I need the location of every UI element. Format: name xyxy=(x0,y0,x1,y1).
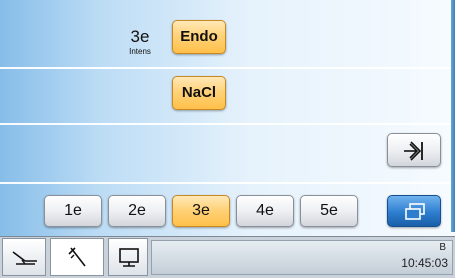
endo-button[interactable]: Endo xyxy=(172,20,226,54)
dental-instrument-icon xyxy=(67,246,89,270)
overlapping-windows-icon xyxy=(403,202,427,222)
nacl-button[interactable]: NaCl xyxy=(172,76,226,110)
program-button-2e[interactable]: 2e xyxy=(108,195,166,227)
program-sublabel: Intens xyxy=(129,47,151,56)
row-divider xyxy=(0,123,455,125)
row-divider xyxy=(0,182,455,184)
status-time: 10:45:03 xyxy=(401,256,448,270)
arrow-into-icon xyxy=(401,139,429,163)
program-button-5e[interactable]: 5e xyxy=(300,195,358,227)
next-button[interactable] xyxy=(387,133,441,167)
tab-chair[interactable] xyxy=(2,238,46,276)
tab-monitor[interactable] xyxy=(108,238,148,276)
windows-button[interactable] xyxy=(387,195,441,227)
monitor-icon xyxy=(117,247,141,269)
program-button-1e[interactable]: 1e xyxy=(44,195,102,227)
tab-instrument[interactable] xyxy=(50,238,104,276)
program-button-3e[interactable]: 3e xyxy=(172,195,230,227)
dental-chair-icon xyxy=(11,248,39,268)
row-divider xyxy=(0,67,455,69)
screen-edge xyxy=(451,0,455,232)
status-letter: B xyxy=(439,242,446,253)
program-button-4e[interactable]: 4e xyxy=(236,195,294,227)
program-label: 3e xyxy=(130,27,150,46)
status-info-area: B 10:45:03 xyxy=(151,240,453,275)
